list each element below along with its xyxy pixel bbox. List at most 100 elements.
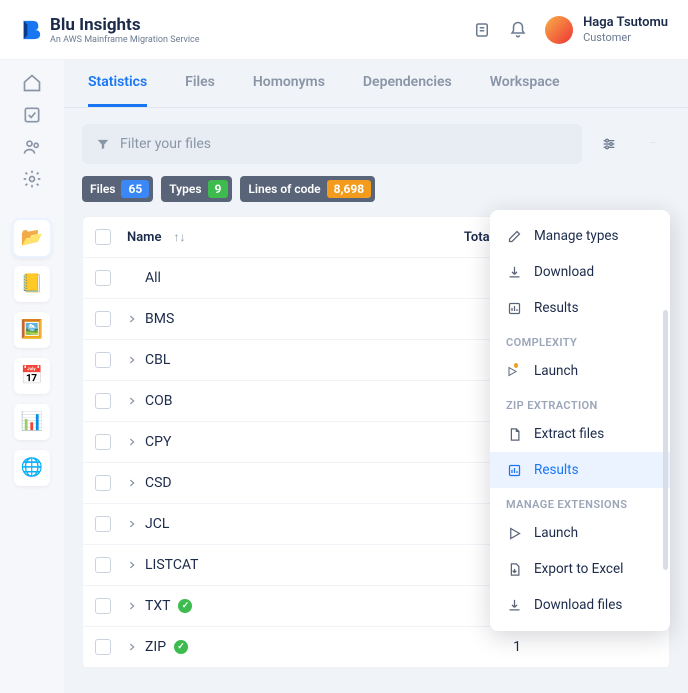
more-icon[interactable] [636, 127, 670, 161]
user-role: Customer [583, 31, 668, 44]
chip-files: Files65 [82, 176, 153, 202]
home-icon[interactable] [21, 72, 43, 94]
avatar [545, 16, 573, 44]
col-name[interactable]: Name [127, 230, 161, 245]
row-checkbox[interactable] [95, 434, 111, 450]
results-icon [506, 462, 522, 478]
row-name: CSD [145, 475, 172, 491]
chevron-right-icon[interactable] [127, 560, 137, 570]
calendar-icon: 📅 [21, 367, 43, 385]
tab-workspace[interactable]: Workspace [490, 74, 560, 107]
actions-dropdown: Manage types Download Results COMPLEXITY… [490, 210, 670, 631]
project-card-6[interactable]: 🌐 [14, 450, 50, 486]
row-name: CPY [145, 434, 171, 450]
app-header: Blu Insights An AWS Mainframe Migration … [0, 0, 688, 60]
main-panel: Statistics Files Homonyms Dependencies W… [64, 60, 688, 693]
row-checkbox[interactable] [95, 270, 111, 286]
user-name: Haga Tsutomu [583, 15, 668, 31]
dd-download[interactable]: Download [490, 254, 670, 290]
users-icon[interactable] [21, 136, 43, 158]
download-icon [506, 264, 522, 280]
row-checkbox[interactable] [95, 352, 111, 368]
dd-results-zip[interactable]: Results [490, 452, 670, 488]
dd-section-complexity: COMPLEXITY [490, 326, 670, 353]
dd-results-1[interactable]: Results [490, 290, 670, 326]
row-checkbox[interactable] [95, 475, 111, 491]
brand-logo[interactable]: Blu Insights An AWS Mainframe Migration … [20, 15, 200, 45]
dd-launch-ext[interactable]: Launch [490, 515, 670, 551]
tab-statistics[interactable]: Statistics [88, 74, 147, 107]
select-all-checkbox[interactable] [95, 229, 111, 245]
project-card-5[interactable]: 📊 [14, 404, 50, 440]
row-name: JCL [145, 516, 169, 532]
row-checkbox[interactable] [95, 639, 111, 655]
file-icon [506, 426, 522, 442]
row-files: 1 [429, 639, 539, 655]
project-card-4[interactable]: 📅 [14, 358, 50, 394]
logo-mark-icon [20, 19, 42, 41]
tasks-icon[interactable] [21, 104, 43, 126]
filter-icon [96, 137, 110, 151]
project-card-1[interactable]: 📂 [14, 220, 50, 256]
chevron-right-icon[interactable] [127, 478, 137, 488]
row-name: BMS [145, 311, 174, 327]
table-row[interactable]: ZIP ✓ 1 [83, 627, 669, 668]
dd-manage-types[interactable]: Manage types [490, 218, 670, 254]
sliders-icon[interactable] [592, 127, 626, 161]
brand-title: Blu Insights [50, 15, 200, 35]
dd-download-files[interactable]: Download files [490, 587, 670, 623]
chart-icon: 📊 [21, 413, 43, 431]
row-checkbox[interactable] [95, 311, 111, 327]
sort-icon[interactable]: ↑↓ [173, 230, 185, 244]
chip-lines: Lines of code8,698 [240, 176, 375, 202]
tab-dependencies[interactable]: Dependencies [363, 74, 452, 107]
picture-icon: 🖼️ [21, 321, 43, 339]
tab-files[interactable]: Files [185, 74, 215, 107]
globe-icon: 🌐 [21, 459, 43, 477]
download-icon [506, 597, 522, 613]
chevron-right-icon[interactable] [127, 437, 137, 447]
filter-input[interactable]: Filter your files [82, 124, 582, 164]
row-checkbox[interactable] [95, 598, 111, 614]
left-nav: 📂 📒 🖼️ 📅 📊 🌐 [0, 60, 64, 693]
bell-icon[interactable] [509, 21, 527, 39]
summary-chips: Files65 Types9 Lines of code8,698 [82, 176, 670, 202]
filter-placeholder: Filter your files [120, 136, 211, 152]
project-card-2[interactable]: 📒 [14, 266, 50, 302]
status-ok-icon: ✓ [174, 640, 188, 654]
row-name: LISTCAT [145, 557, 199, 573]
folder-icon: 📂 [21, 229, 43, 247]
row-name: All [145, 270, 161, 286]
chevron-right-icon[interactable] [127, 601, 137, 611]
chevron-right-icon[interactable] [127, 396, 137, 406]
dd-section-zip: ZIP EXTRACTION [490, 389, 670, 416]
dd-export-excel[interactable]: Export to Excel [490, 551, 670, 587]
row-name: CBL [145, 352, 170, 368]
settings-icon[interactable] [21, 168, 43, 190]
row-name: TXT [145, 598, 170, 614]
user-menu[interactable]: Haga Tsutomu Customer [545, 15, 668, 44]
notes-icon[interactable] [473, 21, 491, 39]
chevron-right-icon[interactable] [127, 355, 137, 365]
dd-section-manage-ext: MANAGE EXTENSIONS [490, 488, 670, 515]
project-card-3[interactable]: 🖼️ [14, 312, 50, 348]
dd-launch-complexity[interactable]: Launch [490, 353, 670, 389]
play-icon [506, 525, 522, 541]
export-icon [506, 561, 522, 577]
row-name: COB [145, 393, 172, 409]
row-name: ZIP [145, 639, 166, 655]
row-checkbox[interactable] [95, 516, 111, 532]
chevron-right-icon[interactable] [127, 314, 137, 324]
brand-subtitle: An AWS Mainframe Migration Service [50, 35, 200, 45]
status-ok-icon: ✓ [178, 599, 192, 613]
chip-types: Types9 [161, 176, 232, 202]
sticky-note-icon: 📒 [21, 275, 43, 293]
tab-homonyms[interactable]: Homonyms [253, 74, 325, 107]
chevron-right-icon[interactable] [127, 642, 137, 652]
row-checkbox[interactable] [95, 557, 111, 573]
dd-extract-files[interactable]: Extract files [490, 416, 670, 452]
row-checkbox[interactable] [95, 393, 111, 409]
edit-icon [506, 228, 522, 244]
dropdown-scrollbar[interactable] [663, 310, 668, 570]
chevron-right-icon[interactable] [127, 519, 137, 529]
